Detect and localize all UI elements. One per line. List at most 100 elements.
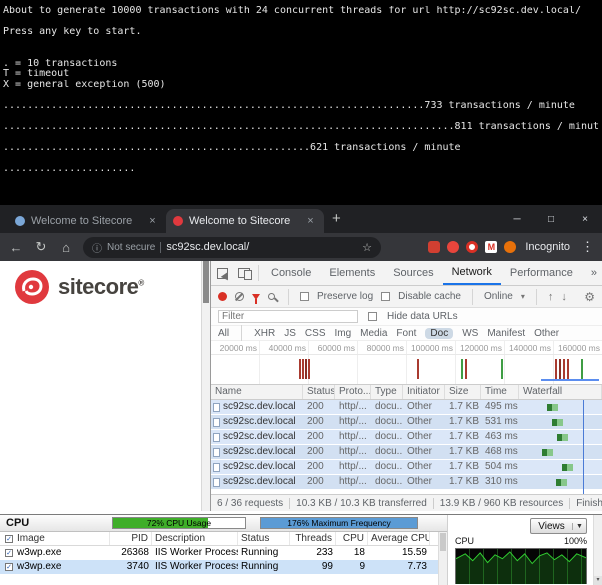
- page-scrollbar[interactable]: [201, 261, 210, 511]
- select-all-checkbox[interactable]: ✓: [5, 535, 13, 543]
- cell-status: Running: [238, 546, 290, 560]
- home-icon[interactable]: ⌂: [58, 240, 74, 255]
- column-header-description[interactable]: Description: [152, 532, 238, 545]
- scrollbar-thumb[interactable]: [203, 261, 209, 303]
- network-request-row[interactable]: sc92sc.dev.local 200 http/... docu... Ot…: [211, 430, 602, 445]
- scrollbar-thumb[interactable]: [440, 533, 446, 551]
- devtools-tab-overflow-icon[interactable]: »: [582, 261, 602, 285]
- type-filter-css[interactable]: CSS: [305, 328, 326, 339]
- preserve-log-label[interactable]: Preserve log: [317, 291, 373, 302]
- disable-cache-label[interactable]: Disable cache: [398, 291, 461, 302]
- hide-data-urls-label[interactable]: Hide data URLs: [387, 311, 458, 322]
- info-icon[interactable]: ⓘ: [92, 240, 102, 255]
- process-checkbox[interactable]: ✓: [5, 549, 13, 557]
- extension-icon-1[interactable]: [428, 241, 440, 253]
- column-header-image[interactable]: ✓Image: [2, 532, 110, 545]
- record-icon[interactable]: [218, 292, 227, 301]
- browser-menu-icon[interactable]: ⋮: [581, 239, 594, 255]
- filter-icon[interactable]: [252, 294, 260, 300]
- devtools-tab-elements[interactable]: Elements: [320, 261, 384, 285]
- extension-gmail-icon[interactable]: M: [485, 241, 497, 253]
- process-row-selected[interactable]: ✓w3wp.exe 3740 IIS Worker Process Runnin…: [0, 560, 447, 574]
- ruler-label: 40000 ms: [260, 341, 309, 354]
- column-header-protocol[interactable]: Proto...: [335, 385, 371, 399]
- gear-icon[interactable]: ⚙: [584, 290, 595, 304]
- cell-size: 1.7 KB: [445, 400, 481, 414]
- devtools-tab-console[interactable]: Console: [262, 261, 320, 285]
- extension-icon-3[interactable]: [466, 241, 478, 253]
- column-header-status[interactable]: Status: [238, 532, 290, 545]
- minimize-button[interactable]: ─: [500, 205, 534, 233]
- chevron-down-icon[interactable]: ▼: [572, 523, 586, 530]
- terminal-window[interactable]: About to generate 10000 transactions wit…: [0, 0, 602, 205]
- column-header-type[interactable]: Type: [371, 385, 403, 399]
- cell-cpu: 18: [336, 546, 368, 560]
- reload-icon[interactable]: ↻: [33, 239, 49, 255]
- resmon-graph-panel: Views ▼ CPU 100%: [449, 515, 593, 584]
- column-header-waterfall[interactable]: Waterfall: [519, 385, 602, 399]
- tab-close-icon[interactable]: ×: [146, 215, 159, 227]
- disable-cache-checkbox[interactable]: [381, 292, 390, 301]
- devtools-tab-performance[interactable]: Performance: [501, 261, 582, 285]
- type-filter-img[interactable]: Img: [334, 328, 351, 339]
- terminal-line: [3, 90, 599, 101]
- extension-icon-5[interactable]: [504, 241, 516, 253]
- extension-icon-2[interactable]: [447, 241, 459, 253]
- cell-time: 468 ms: [481, 445, 519, 459]
- type-filter-xhr[interactable]: XHR: [254, 328, 275, 339]
- column-header-name[interactable]: Name: [211, 385, 303, 399]
- type-filter-manifest[interactable]: Manifest: [487, 328, 525, 339]
- process-row[interactable]: ✓w3wp.exe 26368 IIS Worker Process Runni…: [0, 546, 447, 560]
- column-header-pid[interactable]: PID: [110, 532, 152, 545]
- column-header-average-cpu[interactable]: Average CPU: [368, 532, 430, 545]
- resmon-scrollbar[interactable]: ▾: [593, 515, 602, 585]
- column-header-cpu[interactable]: CPU: [336, 532, 368, 545]
- device-toolbar-icon[interactable]: [233, 261, 255, 285]
- devtools-tab-network[interactable]: Network: [443, 261, 501, 285]
- devtools-tab-sources[interactable]: Sources: [384, 261, 442, 285]
- type-filter-font[interactable]: Font: [396, 328, 416, 339]
- tab-close-icon[interactable]: ×: [304, 215, 317, 227]
- import-har-icon[interactable]: ↑: [548, 291, 554, 303]
- bookmark-star-icon[interactable]: ☆: [362, 241, 372, 254]
- resources-size: 13.9 KB / 960 KB resources: [434, 498, 570, 509]
- filter-input[interactable]: [218, 310, 358, 323]
- network-overview-strip[interactable]: [211, 355, 602, 385]
- cpu-section-header[interactable]: CPU 72% CPU Usage 176% Maximum Frequency: [0, 515, 447, 532]
- type-filter-media[interactable]: Media: [360, 328, 387, 339]
- clear-icon[interactable]: [235, 292, 244, 301]
- network-request-row[interactable]: sc92sc.dev.local 200 http/... docu... Ot…: [211, 400, 602, 415]
- tab-welcome-to-sitecore-1[interactable]: Welcome to Sitecore ×: [8, 209, 166, 233]
- new-tab-button[interactable]: +: [332, 209, 341, 229]
- type-filter-other[interactable]: Other: [534, 328, 559, 339]
- maximize-button[interactable]: □: [534, 205, 568, 233]
- column-header-status[interactable]: Status: [303, 385, 335, 399]
- network-request-row[interactable]: sc92sc.dev.local 200 http/... docu... Ot…: [211, 460, 602, 475]
- close-button[interactable]: ×: [568, 205, 602, 233]
- type-filter-doc[interactable]: Doc: [425, 328, 453, 339]
- process-checkbox[interactable]: ✓: [5, 563, 13, 571]
- network-request-row[interactable]: sc92sc.dev.local 200 http/... docu... Ot…: [211, 475, 602, 490]
- column-header-time[interactable]: Time: [481, 385, 519, 399]
- throttling-dropdown[interactable]: Online: [484, 291, 513, 302]
- column-header-initiator[interactable]: Initiator: [403, 385, 445, 399]
- tab-welcome-to-sitecore-2[interactable]: Welcome to Sitecore ×: [166, 209, 324, 233]
- back-icon[interactable]: ←: [8, 240, 24, 255]
- type-filter-js[interactable]: JS: [284, 328, 296, 339]
- export-har-icon[interactable]: ↓: [561, 291, 567, 303]
- address-bar[interactable]: ⓘ Not secure sc92sc.dev.local/ ☆: [83, 237, 381, 258]
- url-text[interactable]: sc92sc.dev.local/: [166, 241, 357, 253]
- search-icon[interactable]: [268, 293, 275, 300]
- type-filter-ws[interactable]: WS: [462, 328, 478, 339]
- views-button[interactable]: Views ▼: [530, 518, 587, 534]
- type-filter-all[interactable]: All: [218, 328, 229, 339]
- column-header-threads[interactable]: Threads: [290, 532, 336, 545]
- column-header-size[interactable]: Size: [445, 385, 481, 399]
- inspect-element-icon[interactable]: [211, 261, 233, 285]
- network-request-row[interactable]: sc92sc.dev.local 200 http/... docu... Ot…: [211, 415, 602, 430]
- process-table-scrollbar[interactable]: [438, 532, 447, 585]
- network-request-row[interactable]: sc92sc.dev.local 200 http/... docu... Ot…: [211, 445, 602, 460]
- hide-data-urls-checkbox[interactable]: [368, 312, 377, 321]
- dom-content-loaded-line: [583, 400, 584, 494]
- preserve-log-checkbox[interactable]: [300, 292, 309, 301]
